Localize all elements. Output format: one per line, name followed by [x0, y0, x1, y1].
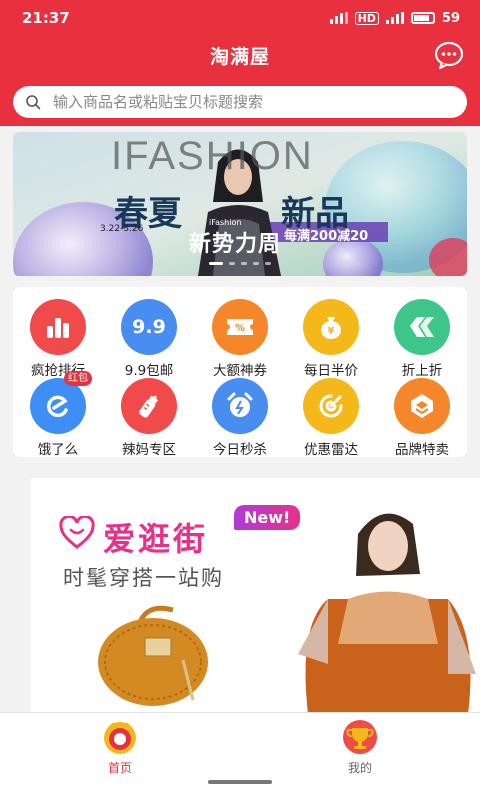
category-label: 饿了么	[37, 442, 79, 458]
baby-bottle-icon	[121, 378, 177, 434]
category-label: 折上折	[401, 363, 443, 379]
svg-text:¥: ¥	[328, 326, 335, 337]
brand-badge-icon	[394, 378, 450, 434]
banner-dot[interactable]	[253, 262, 259, 265]
nav-item-home[interactable]: 首页	[80, 719, 160, 776]
bottom-nav: 首页 我的	[0, 712, 480, 800]
alarm-clock-icon	[212, 378, 268, 434]
money-bag-icon: ¥	[303, 299, 359, 355]
category-label: 优惠雷达	[304, 442, 358, 458]
app-header: 21:37 HD 59 淘满屋	[0, 0, 480, 126]
home-icon	[104, 722, 136, 754]
category-label: 9.9包邮	[124, 363, 174, 379]
price-99-icon: 9.9	[121, 299, 177, 355]
home-indicator[interactable]	[208, 780, 272, 784]
nav-item-mine[interactable]: 我的	[320, 719, 400, 776]
battery-level: 59	[441, 10, 460, 26]
category-label: 每日半价	[304, 363, 358, 379]
category-grid: 疯抢排行 9.9 9.9包邮 % 大额神券 ¥ 每日半价 折上折 红包 饿了么	[13, 287, 467, 458]
category-item-extra-discount[interactable]: 折上折	[377, 299, 467, 379]
category-item-daily-half-price[interactable]: ¥ 每日半价	[286, 299, 376, 379]
search-bar[interactable]	[13, 86, 467, 118]
fashion-model-image	[298, 513, 476, 712]
discount-tag-icon	[394, 299, 450, 355]
banner-dot[interactable]	[241, 262, 247, 265]
promo-subtitle: 时髦穿搭一站购	[63, 566, 224, 590]
category-item-deal-radar[interactable]: 优惠雷达	[286, 378, 376, 458]
heart-logo-icon	[59, 516, 95, 549]
promo-banner[interactable]: IFASHION 春夏 新品 3.22-3.26 iFashion 新势力周 每…	[13, 132, 467, 276]
banner-promo-text: 每满200减20	[284, 229, 369, 244]
coupon-icon: %	[212, 299, 268, 355]
category-item-mom-zone[interactable]: 辣妈专区	[104, 378, 194, 458]
title-row: 淘满屋	[0, 36, 480, 74]
category-item-flash-sale[interactable]: 今日秒杀	[195, 378, 285, 458]
signal-strength-icon	[385, 12, 404, 24]
price-99-icon-text: 9.9	[132, 316, 166, 338]
status-time: 21:37	[22, 9, 70, 27]
svg-text:%: %	[235, 323, 245, 334]
nav-label-home: 首页	[107, 761, 132, 775]
banner-dot[interactable]	[209, 262, 223, 265]
banner-event-name: 新势力周	[189, 232, 282, 257]
chat-bubble-icon	[434, 41, 464, 70]
page-title: 淘满屋	[209, 45, 270, 68]
category-label: 大额神券	[213, 363, 267, 379]
category-item-hot-ranking[interactable]: 疯抢排行	[13, 299, 103, 379]
search-input[interactable]	[53, 93, 433, 111]
banner-dot[interactable]	[229, 262, 235, 265]
radar-icon	[303, 378, 359, 434]
message-button[interactable]	[434, 41, 464, 70]
signal-icon	[329, 12, 348, 24]
hd-icon: HD	[354, 11, 379, 25]
category-item-99-shipping[interactable]: 9.9 9.9包邮	[104, 299, 194, 379]
category-item-eleme[interactable]: 红包 饿了么	[13, 371, 103, 458]
banner-dot[interactable]	[265, 262, 271, 265]
promo-title: 爱逛街	[103, 520, 209, 558]
trending-bars-icon	[30, 299, 86, 355]
status-bar: 21:37 HD 59	[0, 0, 480, 36]
promo-card-shopping[interactable]: 爱逛街 New! 时髦穿搭一站购	[31, 478, 480, 712]
status-icons: HD 59	[329, 10, 460, 26]
category-label: 品牌特卖	[395, 442, 449, 458]
trophy-icon	[343, 720, 377, 754]
category-item-big-coupon[interactable]: % 大额神券	[195, 299, 285, 379]
eleme-icon: 红包	[30, 371, 92, 434]
category-label: 辣妈专区	[122, 442, 176, 458]
banner-date-range: 3.22-3.26	[100, 224, 144, 234]
nav-label-mine: 我的	[347, 761, 372, 775]
red-packet-badge: 红包	[64, 371, 92, 386]
banner-brand: IFASHION	[111, 134, 314, 178]
category-label: 今日秒杀	[213, 442, 267, 458]
banner-pagination	[209, 262, 271, 265]
battery-icon	[410, 12, 435, 24]
search-icon	[26, 95, 41, 110]
handbag-image	[98, 605, 208, 706]
category-item-brand-sale[interactable]: 品牌特卖	[377, 378, 467, 458]
